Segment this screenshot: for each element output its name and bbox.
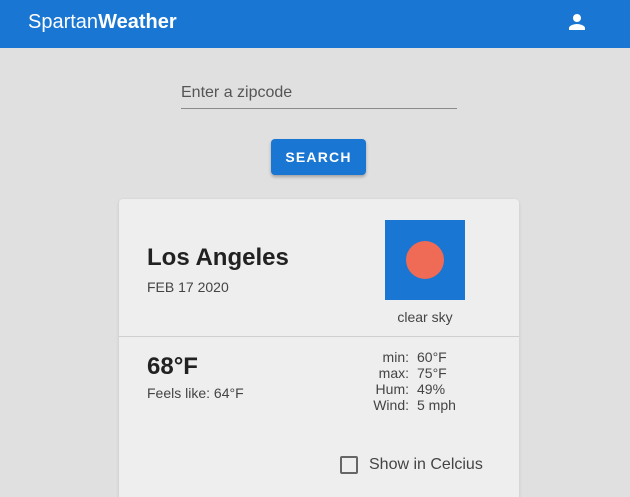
stat-label: Hum:: [375, 381, 409, 397]
weather-date: FEB 17 2020: [147, 279, 229, 295]
stat-max: max: 75°F: [359, 365, 456, 381]
brand-suffix: Weather: [98, 11, 177, 33]
stat-value: 5 mph: [417, 397, 456, 413]
feels-like: Feels like: 64°F: [147, 385, 244, 401]
brand-prefix: Spartan: [28, 11, 99, 33]
stat-value: 60°F: [417, 349, 447, 365]
account-icon[interactable]: [565, 10, 589, 34]
weather-condition-image: [385, 220, 465, 300]
stat-label: Wind:: [373, 397, 409, 413]
stat-value: 49%: [417, 381, 446, 397]
clear-sky-sun-icon: [406, 241, 444, 279]
stat-label: min:: [382, 349, 409, 365]
weather-stats: min: 60°F max: 75°F Hum: 49% Wind: 5 mph: [359, 349, 456, 413]
stat-min: min: 60°F: [359, 349, 456, 365]
current-temperature: 68°F: [147, 353, 198, 380]
zipcode-field: [181, 78, 457, 109]
celsius-checkbox[interactable]: [340, 456, 358, 474]
weather-card: Los Angeles FEB 17 2020 clear sky 68°F F…: [119, 199, 519, 497]
stat-label: max:: [378, 365, 409, 381]
app-bar: SpartanWeather: [0, 0, 630, 48]
zipcode-input[interactable]: [181, 78, 457, 108]
card-divider: [119, 336, 519, 337]
celsius-label: Show in Celcius: [369, 456, 483, 473]
stat-wind: Wind: 5 mph: [359, 397, 456, 413]
weather-condition: clear sky: [397, 309, 453, 325]
search-button[interactable]: SEARCH: [271, 139, 366, 175]
city-name: Los Angeles: [147, 244, 289, 271]
app-brand[interactable]: SpartanWeather: [28, 11, 177, 33]
stat-value: 75°F: [417, 365, 447, 381]
stat-humidity: Hum: 49%: [359, 381, 456, 397]
